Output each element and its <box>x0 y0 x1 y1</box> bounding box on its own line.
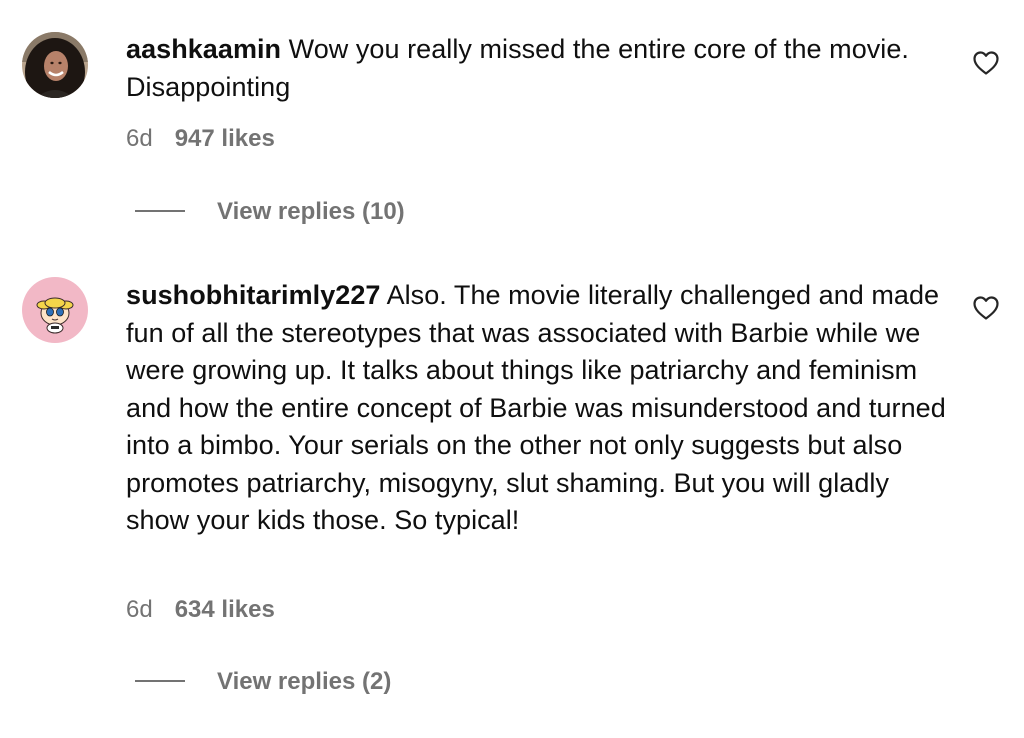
comment-username[interactable]: sushobhitarimly227 <box>126 280 381 310</box>
cartoon-character-avatar-icon <box>22 277 88 343</box>
avatar[interactable] <box>22 277 88 343</box>
comment-body: aashkaamin Wow you really missed the ent… <box>126 31 956 106</box>
comment-meta: 6d 634 likes <box>126 596 275 624</box>
comment-time[interactable]: 6d <box>126 125 153 152</box>
avatar[interactable] <box>22 32 88 98</box>
comment-meta: 6d 947 likes <box>126 125 275 153</box>
user-photo-avatar-icon <box>22 32 88 98</box>
view-replies-button[interactable]: View replies (10) <box>135 198 405 226</box>
like-heart-icon[interactable] <box>972 295 1000 321</box>
view-replies-label: View replies (10) <box>217 198 405 225</box>
like-heart-icon[interactable] <box>972 50 1000 76</box>
comment-likes[interactable]: 634 likes <box>175 596 275 623</box>
replies-divider <box>135 679 185 682</box>
view-replies-label: View replies (2) <box>217 668 392 695</box>
comment-body: sushobhitarimly227 Also. The movie liter… <box>126 277 956 540</box>
comment-username[interactable]: aashkaamin <box>126 34 281 64</box>
comment-time[interactable]: 6d <box>126 596 153 623</box>
replies-divider <box>135 209 185 212</box>
comment-text: Also. The movie literally challenged and… <box>126 280 946 535</box>
view-replies-button[interactable]: View replies (2) <box>135 668 391 696</box>
comment-likes[interactable]: 947 likes <box>175 125 275 152</box>
